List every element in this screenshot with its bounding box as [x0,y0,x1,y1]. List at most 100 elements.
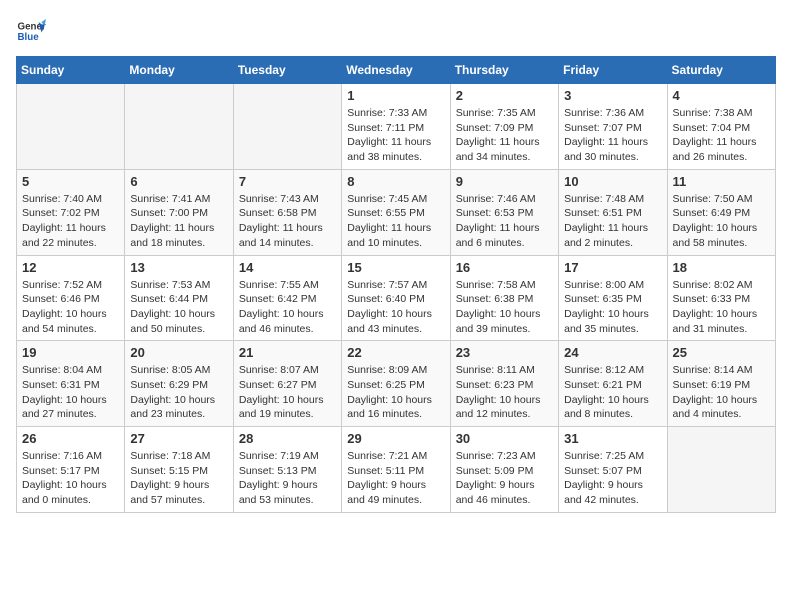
day-info: Sunrise: 7:40 AMSunset: 7:02 PMDaylight:… [22,192,119,251]
day-info: Sunrise: 7:23 AMSunset: 5:09 PMDaylight:… [456,449,553,508]
calendar-cell: 9 Sunrise: 7:46 AMSunset: 6:53 PMDaylight… [450,169,558,255]
calendar-header-row: SundayMondayTuesdayWednesdayThursdayFrid… [17,57,776,84]
day-number: 10 [564,174,661,189]
day-info: Sunrise: 7:52 AMSunset: 6:46 PMDaylight:… [22,278,119,337]
calendar-cell [17,84,125,170]
calendar-cell: 10 Sunrise: 7:48 AMSunset: 6:51 PMDayligh… [559,169,667,255]
calendar-cell [233,84,341,170]
day-number: 30 [456,431,553,446]
day-number: 12 [22,260,119,275]
calendar-cell: 23Sunrise: 8:11 AMSunset: 6:23 PMDayligh… [450,341,558,427]
day-info: Sunrise: 7:21 AMSunset: 5:11 PMDaylight:… [347,449,444,508]
day-info: Sunrise: 7:19 AMSunset: 5:13 PMDaylight:… [239,449,336,508]
day-number: 15 [347,260,444,275]
day-number: 11 [673,174,770,189]
calendar-cell: 8 Sunrise: 7:45 AMSunset: 6:55 PMDaylight… [342,169,450,255]
day-number: 21 [239,345,336,360]
calendar-cell: 28 Sunrise: 7:19 AMSunset: 5:13 PMDayligh… [233,427,341,513]
day-number: 17 [564,260,661,275]
day-number: 31 [564,431,661,446]
logo-icon: General Blue [16,16,46,46]
day-number: 19 [22,345,119,360]
calendar-cell: 4 Sunrise: 7:38 AMSunset: 7:04 PMDaylight… [667,84,775,170]
calendar-cell: 29 Sunrise: 7:21 AMSunset: 5:11 PMDayligh… [342,427,450,513]
calendar-cell: 1Sunrise: 7:33 AMSunset: 7:11 PMDaylight… [342,84,450,170]
day-info: Sunrise: 7:50 AMSunset: 6:49 PMDaylight:… [673,192,770,251]
day-number: 20 [130,345,227,360]
day-number: 22 [347,345,444,360]
day-number: 27 [130,431,227,446]
calendar-cell: 14 Sunrise: 7:55 AMSunset: 6:42 PMDayligh… [233,255,341,341]
day-number: 16 [456,260,553,275]
header-monday: Monday [125,57,233,84]
calendar-week-row: 12 Sunrise: 7:52 AMSunset: 6:46 PMDayligh… [17,255,776,341]
calendar-cell: 3Sunrise: 7:36 AMSunset: 7:07 PMDaylight… [559,84,667,170]
day-number: 29 [347,431,444,446]
day-number: 5 [22,174,119,189]
day-info: Sunrise: 8:07 AMSunset: 6:27 PMDaylight:… [239,363,336,422]
calendar-week-row: 26 Sunrise: 7:16 AMSunset: 5:17 PMDayligh… [17,427,776,513]
day-info: Sunrise: 7:57 AMSunset: 6:40 PMDaylight:… [347,278,444,337]
calendar-cell [125,84,233,170]
calendar-cell: 6Sunrise: 7:41 AMSunset: 7:00 PMDaylight… [125,169,233,255]
calendar-cell: 15 Sunrise: 7:57 AMSunset: 6:40 PMDayligh… [342,255,450,341]
calendar-cell: 16Sunrise: 7:58 AMSunset: 6:38 PMDayligh… [450,255,558,341]
day-info: Sunrise: 7:46 AMSunset: 6:53 PMDaylight:… [456,192,553,251]
day-number: 23 [456,345,553,360]
calendar-cell: 12 Sunrise: 7:52 AMSunset: 6:46 PMDayligh… [17,255,125,341]
header-wednesday: Wednesday [342,57,450,84]
day-number: 8 [347,174,444,189]
day-number: 13 [130,260,227,275]
day-number: 24 [564,345,661,360]
calendar-cell [667,427,775,513]
calendar-cell: 22 Sunrise: 8:09 AMSunset: 6:25 PMDayligh… [342,341,450,427]
header-sunday: Sunday [17,57,125,84]
day-number: 25 [673,345,770,360]
calendar-week-row: 5 Sunrise: 7:40 AMSunset: 7:02 PMDaylight… [17,169,776,255]
day-info: Sunrise: 8:02 AMSunset: 6:33 PMDaylight:… [673,278,770,337]
day-number: 28 [239,431,336,446]
calendar-cell: 25Sunrise: 8:14 AMSunset: 6:19 PMDayligh… [667,341,775,427]
calendar-cell: 5 Sunrise: 7:40 AMSunset: 7:02 PMDaylight… [17,169,125,255]
header-saturday: Saturday [667,57,775,84]
day-number: 3 [564,88,661,103]
calendar-cell: 27 Sunrise: 7:18 AMSunset: 5:15 PMDayligh… [125,427,233,513]
day-info: Sunrise: 7:25 AMSunset: 5:07 PMDaylight:… [564,449,661,508]
calendar-cell: 13Sunrise: 7:53 AMSunset: 6:44 PMDayligh… [125,255,233,341]
calendar-cell: 18 Sunrise: 8:02 AMSunset: 6:33 PMDayligh… [667,255,775,341]
day-info: Sunrise: 8:04 AMSunset: 6:31 PMDaylight:… [22,363,119,422]
header-tuesday: Tuesday [233,57,341,84]
calendar-week-row: 19 Sunrise: 8:04 AMSunset: 6:31 PMDayligh… [17,341,776,427]
day-info: Sunrise: 7:48 AMSunset: 6:51 PMDaylight:… [564,192,661,251]
day-info: Sunrise: 7:38 AMSunset: 7:04 PMDaylight:… [673,106,770,165]
calendar-cell: 11 Sunrise: 7:50 AMSunset: 6:49 PMDayligh… [667,169,775,255]
calendar-cell: 17 Sunrise: 8:00 AMSunset: 6:35 PMDayligh… [559,255,667,341]
day-info: Sunrise: 7:35 AMSunset: 7:09 PMDaylight:… [456,106,553,165]
day-number: 9 [456,174,553,189]
calendar-cell: 30 Sunrise: 7:23 AMSunset: 5:09 PMDayligh… [450,427,558,513]
calendar-cell: 24Sunrise: 8:12 AMSunset: 6:21 PMDayligh… [559,341,667,427]
calendar-cell: 2Sunrise: 7:35 AMSunset: 7:09 PMDaylight… [450,84,558,170]
calendar-table: SundayMondayTuesdayWednesdayThursdayFrid… [16,56,776,513]
calendar-cell: 21 Sunrise: 8:07 AMSunset: 6:27 PMDayligh… [233,341,341,427]
day-info: Sunrise: 7:41 AMSunset: 7:00 PMDaylight:… [130,192,227,251]
day-info: Sunrise: 7:16 AMSunset: 5:17 PMDaylight:… [22,449,119,508]
day-number: 14 [239,260,336,275]
calendar-cell: 31 Sunrise: 7:25 AMSunset: 5:07 PMDayligh… [559,427,667,513]
day-info: Sunrise: 7:45 AMSunset: 6:55 PMDaylight:… [347,192,444,251]
day-info: Sunrise: 7:43 AMSunset: 6:58 PMDaylight:… [239,192,336,251]
calendar-cell: 19 Sunrise: 8:04 AMSunset: 6:31 PMDayligh… [17,341,125,427]
day-info: Sunrise: 8:05 AMSunset: 6:29 PMDaylight:… [130,363,227,422]
day-number: 26 [22,431,119,446]
day-info: Sunrise: 8:09 AMSunset: 6:25 PMDaylight:… [347,363,444,422]
svg-text:Blue: Blue [18,32,40,43]
header-friday: Friday [559,57,667,84]
day-info: Sunrise: 7:55 AMSunset: 6:42 PMDaylight:… [239,278,336,337]
day-number: 18 [673,260,770,275]
day-number: 4 [673,88,770,103]
header-thursday: Thursday [450,57,558,84]
calendar-cell: 20 Sunrise: 8:05 AMSunset: 6:29 PMDayligh… [125,341,233,427]
calendar-cell: 26 Sunrise: 7:16 AMSunset: 5:17 PMDayligh… [17,427,125,513]
day-info: Sunrise: 8:00 AMSunset: 6:35 PMDaylight:… [564,278,661,337]
day-info: Sunrise: 7:18 AMSunset: 5:15 PMDaylight:… [130,449,227,508]
